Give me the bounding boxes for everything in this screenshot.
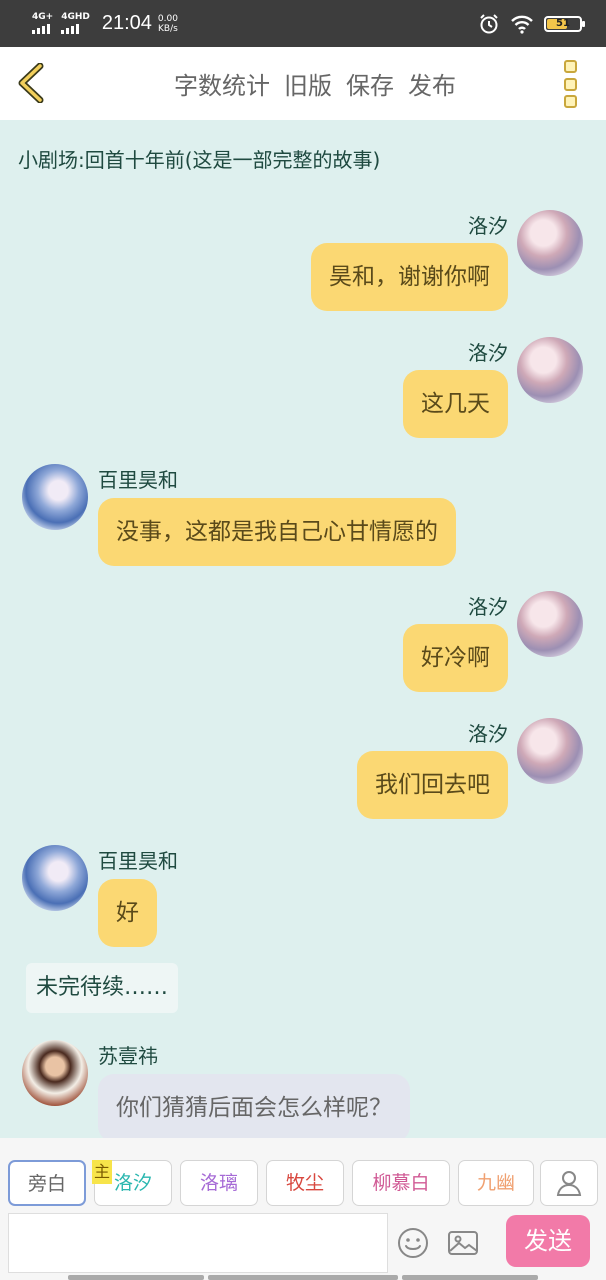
publish-button[interactable]: 发布 bbox=[408, 66, 456, 101]
avatar[interactable] bbox=[22, 845, 88, 911]
speaker-name: 百里昊和 bbox=[98, 468, 178, 492]
chevron-left-icon[interactable] bbox=[14, 63, 54, 103]
network-type-2: 4GHD bbox=[61, 12, 90, 22]
character-chip-jiuyou[interactable]: 九幽 bbox=[458, 1160, 534, 1206]
old-version-button[interactable]: 旧版 bbox=[284, 66, 332, 101]
battery-level: 51 bbox=[556, 18, 570, 29]
signal-2: 4GHD bbox=[61, 13, 90, 34]
avatar[interactable] bbox=[517, 210, 583, 276]
scroll-indicator bbox=[402, 1275, 538, 1280]
character-bar: 旁白 洛汐 主 洛璃 牧尘 柳慕白 九幽 bbox=[0, 1138, 606, 1210]
editor-header: 字数统计 旧版 保存 发布 bbox=[0, 47, 606, 120]
image-icon[interactable] bbox=[446, 1226, 480, 1260]
message-input[interactable] bbox=[8, 1213, 388, 1273]
avatar[interactable] bbox=[517, 337, 583, 403]
avatar[interactable] bbox=[517, 718, 583, 784]
network-speed-unit: KB/s bbox=[158, 23, 178, 34]
save-button[interactable]: 保存 bbox=[346, 66, 394, 101]
avatar[interactable] bbox=[22, 1040, 88, 1106]
add-character-button[interactable] bbox=[540, 1160, 598, 1206]
avatar[interactable] bbox=[22, 464, 88, 530]
message-bubble[interactable]: 我们回去吧 bbox=[357, 751, 508, 819]
network-type-1: 4G+ bbox=[32, 12, 54, 22]
kebab-menu-icon[interactable] bbox=[564, 60, 580, 108]
scroll-indicator bbox=[68, 1275, 204, 1280]
speaker-name: 洛汐 bbox=[468, 214, 508, 238]
speaker-name: 苏壹祎 bbox=[98, 1044, 158, 1068]
main-character-badge: 主 bbox=[92, 1160, 112, 1184]
status-time: 21:04 bbox=[101, 12, 152, 34]
speaker-name: 百里昊和 bbox=[98, 849, 178, 873]
message-bubble[interactable]: 没事，这都是我自己心甘情愿的 bbox=[98, 498, 456, 566]
status-bar: 4G+ 4GHD 21:04 0.00 KB/s 51 bbox=[0, 0, 606, 47]
message-bubble[interactable]: 好 bbox=[98, 879, 157, 947]
story-content: 小剧场:回首十年前(这是一部完整的故事) 洛汐 昊和，谢谢你啊 洛汐 这几天 百… bbox=[0, 120, 606, 1138]
network-speed: 0.00 KB/s bbox=[158, 14, 178, 34]
alarm-icon bbox=[480, 13, 498, 33]
speaker-name: 洛汐 bbox=[468, 341, 508, 365]
avatar[interactable] bbox=[517, 591, 583, 657]
scroll-indicator bbox=[208, 1275, 398, 1280]
character-chip-liumubai[interactable]: 柳慕白 bbox=[352, 1160, 450, 1206]
character-chip-luoli[interactable]: 洛璃 bbox=[180, 1160, 258, 1206]
message-bubble[interactable]: 好冷啊 bbox=[403, 624, 508, 692]
network-speed-value: 0.00 bbox=[157, 13, 178, 24]
header-menu: 字数统计 旧版 保存 发布 bbox=[174, 47, 456, 120]
word-count-button[interactable]: 字数统计 bbox=[174, 66, 270, 101]
message-bubble[interactable]: 昊和，谢谢你啊 bbox=[311, 243, 508, 311]
wifi-icon bbox=[511, 15, 533, 34]
message-bubble[interactable]: 这几天 bbox=[403, 370, 508, 438]
battery-icon: 51 bbox=[544, 15, 585, 32]
speaker-name: 洛汐 bbox=[468, 595, 508, 619]
signal-1: 4G+ bbox=[32, 13, 53, 34]
character-chip-muchen[interactable]: 牧尘 bbox=[266, 1160, 344, 1206]
speaker-name: 洛汐 bbox=[468, 722, 508, 746]
story-title: 小剧场:回首十年前(这是一部完整的故事) bbox=[18, 148, 381, 172]
person-icon bbox=[556, 1171, 582, 1196]
message-bubble[interactable]: 你们猜猜后面会怎么样呢？ bbox=[98, 1074, 410, 1138]
narration-text[interactable]: 未完待续…… bbox=[26, 963, 179, 1013]
character-chip-narrator[interactable]: 旁白 bbox=[8, 1160, 86, 1206]
input-bar: 发送 bbox=[0, 1210, 606, 1280]
send-button[interactable]: 发送 bbox=[506, 1215, 590, 1267]
smiley-icon[interactable] bbox=[396, 1226, 430, 1260]
